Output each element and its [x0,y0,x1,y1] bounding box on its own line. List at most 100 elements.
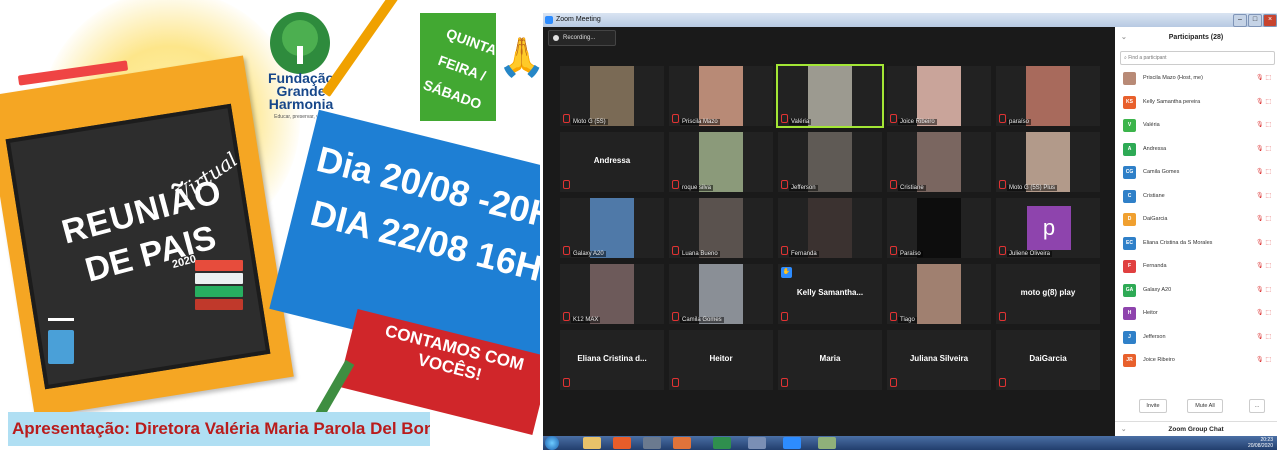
tile-name-label: Moto G (5S) [571,119,608,125]
muted-mic-icon [672,180,679,189]
mic-camera-status-icon[interactable]: 🎙 ⬚ [1256,326,1271,349]
participant-video [808,66,852,126]
video-tile[interactable]: Joice Ribeiro [887,66,991,126]
participant-row[interactable]: D DaiGarcia 🎙 ⬚ [1115,208,1277,231]
participant-row[interactable]: C Cristiane 🎙 ⬚ [1115,185,1277,208]
paint-icon[interactable] [818,437,836,449]
mic-camera-status-icon[interactable]: 🎙 ⬚ [1256,349,1271,372]
tile-name-label: Galaxy A20 [571,251,606,257]
video-tile[interactable]: Moto G (5S) [560,66,664,126]
mic-camera-status-icon[interactable]: 🎙 ⬚ [1256,279,1271,302]
participant-row[interactable]: GA Galaxy A20 🎙 ⬚ [1115,279,1277,302]
mic-camera-status-icon[interactable]: 🎙 ⬚ [1256,255,1271,278]
tile-name-label: Valéria [789,119,812,125]
participant-video [590,264,634,324]
video-tile[interactable]: DaiGarcia [996,330,1100,390]
participant-name: Heitor [1143,310,1158,316]
muted-mic-icon [563,180,570,189]
video-tile[interactable]: Fernanda [778,198,882,258]
video-tile[interactable]: Camila Gomes [669,264,773,324]
tile-name-label: Tiago [898,317,917,323]
video-tile[interactable]: Heitor [669,330,773,390]
video-tile[interactable]: K12 MAX [560,264,664,324]
video-tile[interactable]: moto g(8) play [996,264,1100,324]
tile-name-label: Eliana Cristina d... [577,354,647,363]
chevron-down-icon[interactable]: ⌄ [1121,27,1127,49]
participant-avatar: F [1123,260,1136,273]
system-clock[interactable]: 20:23 20/08/2020 [1248,437,1273,449]
mic-camera-status-icon[interactable]: 🎙 ⬚ [1256,138,1271,161]
more-options-button[interactable]: ... [1249,399,1265,413]
zoom-taskbar-icon[interactable] [783,437,801,449]
tile-name-label: Juliene Oliveira [1007,251,1053,257]
participant-row[interactable]: CG Camila Gomes 🎙 ⬚ [1115,161,1277,184]
video-tile[interactable]: Paraíso [887,198,991,258]
file-explorer-icon[interactable] [583,437,601,449]
muted-mic-icon [672,114,679,123]
participant-name: Camila Gomes [1143,169,1180,175]
start-button[interactable] [545,436,559,450]
video-tile[interactable]: Eliana Cristina d... [560,330,664,390]
participant-row[interactable]: H Heitor 🎙 ⬚ [1115,302,1277,325]
mic-camera-status-icon[interactable]: 🎙 ⬚ [1256,185,1271,208]
mic-camera-status-icon[interactable]: 🎙 ⬚ [1256,114,1271,137]
window-titlebar[interactable]: Zoom Meeting – □ × [543,13,1277,27]
invite-button[interactable]: Invite [1139,399,1167,413]
mic-camera-status-icon[interactable]: 🎙 ⬚ [1256,302,1271,325]
video-tile[interactable]: Priscila Mazo [669,66,773,126]
mute-all-button[interactable]: Mute All [1187,399,1223,413]
mic-camera-status-icon[interactable]: 🎙 ⬚ [1256,91,1271,114]
video-tile[interactable]: Andressa [560,132,664,192]
mic-camera-status-icon[interactable]: 🎙 ⬚ [1256,161,1271,184]
participant-row[interactable]: J Jefferson 🎙 ⬚ [1115,326,1277,349]
video-tile[interactable]: Cristiane [887,132,991,192]
participant-row[interactable]: EC Eliana Cristina da S Morales 🎙 ⬚ [1115,232,1277,255]
app-icon[interactable] [643,437,661,449]
recording-indicator[interactable]: Recording... [548,30,616,46]
participant-avatar: p [1027,206,1071,250]
participant-avatar: GA [1123,283,1136,297]
pencil-cup-icon [48,330,74,364]
participant-search-input[interactable]: ⌕ Find a participant [1120,51,1275,65]
tile-name-label: Joice Ribeiro [898,119,937,125]
minimize-button[interactable]: – [1233,14,1247,27]
participant-row[interactable]: A Andressa 🎙 ⬚ [1115,138,1277,161]
mic-camera-status-icon[interactable]: 🎙 ⬚ [1256,67,1271,90]
participant-row[interactable]: Priscila Mazo (Host, me) 🎙 ⬚ [1115,67,1277,90]
participant-row[interactable]: KS Kelly Samantha pereira 🎙 ⬚ [1115,91,1277,114]
tile-name-label: Moto G (5S) Plus [1007,185,1058,191]
tile-name-label: Cristiane [898,185,926,191]
participant-row[interactable]: V Valéria 🎙 ⬚ [1115,114,1277,137]
mic-camera-status-icon[interactable]: 🎙 ⬚ [1256,208,1271,231]
video-tile[interactable]: Galaxy A20 [560,198,664,258]
media-player-icon[interactable] [673,437,691,449]
video-tile[interactable]: Valéria [776,64,884,128]
excel-icon[interactable] [713,437,731,449]
recording-label: Recording... [563,35,596,41]
video-tile[interactable]: p Juliene Oliveira [996,198,1100,258]
participant-video [917,132,961,192]
video-tile[interactable]: ✋ Kelly Samantha... [778,264,882,324]
video-tile[interactable]: Luana Bueno [669,198,773,258]
tile-name-label: Priscila Mazo [680,119,720,125]
video-tile[interactable]: Maria [778,330,882,390]
participant-name: Valéria [1143,122,1160,128]
video-tile[interactable]: Moto G (5S) Plus [996,132,1100,192]
video-tile[interactable]: paraíso [996,66,1100,126]
notes-icon[interactable] [748,437,766,449]
participant-row[interactable]: F Fernanda 🎙 ⬚ [1115,255,1277,278]
participant-avatar: D [1123,213,1136,226]
maximize-button[interactable]: □ [1248,14,1262,27]
tile-name-label: roque silva [680,185,714,191]
video-tile[interactable]: Tiago [887,264,991,324]
firefox-icon[interactable] [613,437,631,449]
video-tile[interactable]: Juliana Silveira [887,330,991,390]
participant-name: Priscila Mazo (Host, me) [1143,75,1203,81]
video-tile[interactable]: roque silva [669,132,773,192]
mic-camera-status-icon[interactable]: 🎙 ⬚ [1256,232,1271,255]
close-button[interactable]: × [1263,14,1277,27]
participant-row[interactable]: JR Joice Ribeiro 🎙 ⬚ [1115,349,1277,372]
video-tile[interactable]: Jefferson [778,132,882,192]
raised-hand-icon: ✋ [781,267,792,278]
participant-video [917,198,961,258]
